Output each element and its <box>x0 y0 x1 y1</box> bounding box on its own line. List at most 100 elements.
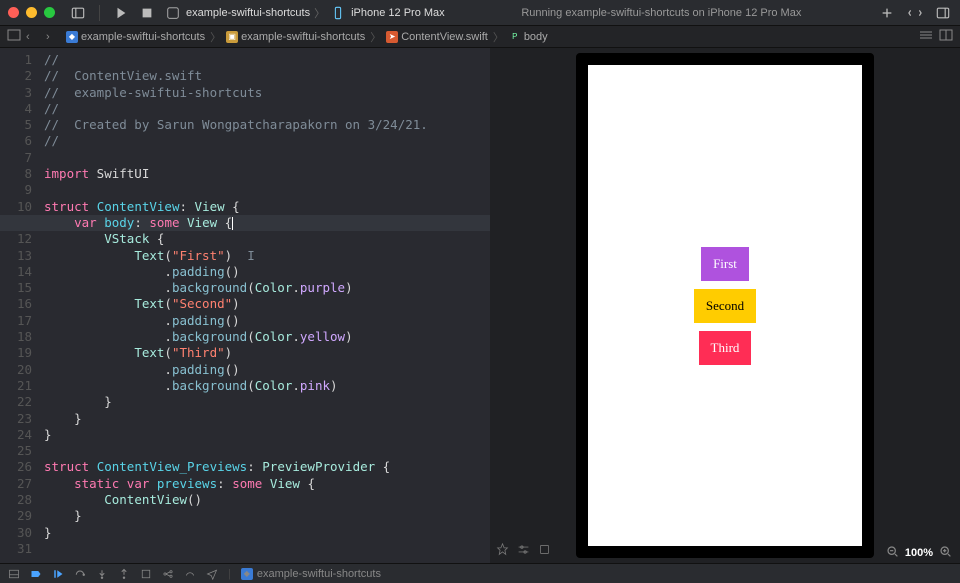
device-frame: First Second Third <box>576 53 874 558</box>
code-line[interactable]: .padding() <box>40 264 490 280</box>
activity-status: Running example-swiftui-shortcuts on iPh… <box>453 7 870 19</box>
code-line[interactable]: .padding() <box>40 362 490 378</box>
folder-icon: ▣ <box>226 31 238 43</box>
code-line[interactable]: } <box>40 394 490 410</box>
code-line[interactable]: ContentView() <box>40 492 490 508</box>
preview-text-first: First <box>701 247 749 281</box>
breakpoint-toggle-icon[interactable] <box>30 568 42 580</box>
code-line[interactable]: struct ContentView_Previews: PreviewProv… <box>40 459 490 475</box>
continue-icon[interactable] <box>52 568 64 580</box>
chevron-icon: 〉 <box>210 29 221 45</box>
breadcrumb[interactable]: ◆ example-swiftui-shortcuts 〉 ▣ example-… <box>66 29 548 45</box>
code-line[interactable] <box>40 182 490 198</box>
close-window[interactable] <box>8 7 19 18</box>
chevron-icon: 〉 <box>493 29 504 45</box>
code-line[interactable]: var body: some View { <box>0 215 490 231</box>
canvas-controls <box>496 543 551 559</box>
step-over-icon[interactable] <box>74 568 86 580</box>
live-preview-icon[interactable] <box>538 543 551 559</box>
step-into-icon[interactable] <box>96 568 108 580</box>
swift-file-icon: ➤ <box>386 31 398 43</box>
debug-view-icon[interactable] <box>140 568 152 580</box>
preview-pane: First Second Third 100% <box>490 48 960 563</box>
zoom-in-icon[interactable] <box>939 545 952 561</box>
separator: | <box>228 568 231 580</box>
step-out-icon[interactable] <box>118 568 130 580</box>
preview-text-second: Second <box>694 289 756 323</box>
environment-icon[interactable] <box>184 568 196 580</box>
library-icon[interactable] <box>934 4 952 22</box>
navigator-icon[interactable] <box>6 27 22 46</box>
location-icon[interactable] <box>206 568 218 580</box>
scheme-selector[interactable]: example-swiftui-shortcuts 〉 iPhone 12 Pr… <box>164 4 445 22</box>
code-line[interactable]: .padding() <box>40 313 490 329</box>
code-review-icon[interactable] <box>906 4 924 22</box>
zoom-window[interactable] <box>44 7 55 18</box>
code-line[interactable]: } <box>40 427 490 443</box>
code-line[interactable]: // ContentView.swift <box>40 68 490 84</box>
zoom-controls: 100% <box>886 545 952 561</box>
project-icon: ◆ <box>66 31 78 43</box>
code-line[interactable] <box>40 150 490 166</box>
code-line[interactable]: static var previews: some View { <box>40 476 490 492</box>
code-line[interactable]: // <box>40 101 490 117</box>
device-name: iPhone 12 Pro Max <box>351 7 445 19</box>
code-line[interactable]: Text("Third") <box>40 345 490 361</box>
window-controls <box>8 7 55 18</box>
minimize-window[interactable] <box>26 7 37 18</box>
code-line[interactable]: import SwiftUI <box>40 166 490 182</box>
debug-target-name: example-swiftui-shortcuts <box>257 568 381 580</box>
split-editor-icon[interactable] <box>938 27 954 46</box>
code-line[interactable]: .background(Color.purple) <box>40 280 490 296</box>
code-editor[interactable]: 1234567891011121314151617181920212223242… <box>0 48 490 563</box>
code-line[interactable]: VStack { <box>40 231 490 247</box>
chevron-icon: 〉 <box>370 29 381 45</box>
separator <box>99 5 100 21</box>
preview-settings-icon[interactable] <box>517 543 530 559</box>
run-button[interactable] <box>112 4 130 22</box>
stop-button[interactable] <box>138 4 156 22</box>
code-line[interactable]: struct ContentView: View { <box>40 199 490 215</box>
chevron-right-icon: 〉 <box>314 5 325 21</box>
preview-vstack: First Second Third <box>694 247 756 365</box>
code-line[interactable]: .background(Color.pink) <box>40 378 490 394</box>
code-line[interactable]: } <box>40 525 490 541</box>
crumb-project: example-swiftui-shortcuts <box>81 31 205 43</box>
debug-bar: | ◆ example-swiftui-shortcuts <box>0 563 960 583</box>
memory-graph-icon[interactable] <box>162 568 174 580</box>
code-line[interactable]: // <box>40 52 490 68</box>
sidebar-toggle-icon[interactable] <box>69 4 87 22</box>
code-line[interactable] <box>40 443 490 459</box>
add-editor-icon[interactable] <box>878 4 896 22</box>
scheme-name: example-swiftui-shortcuts <box>186 7 310 19</box>
property-icon: P <box>509 31 521 43</box>
preview-text-third: Third <box>699 331 752 365</box>
code-line[interactable]: Text("Second") <box>40 296 490 312</box>
hide-debug-icon[interactable] <box>8 568 20 580</box>
line-gutter: 1234567891011121314151617181920212223242… <box>0 48 40 563</box>
zoom-out-icon[interactable] <box>886 545 899 561</box>
device-icon <box>329 4 347 22</box>
code-line[interactable]: // <box>40 133 490 149</box>
main-split: 1234567891011121314151617181920212223242… <box>0 48 960 563</box>
code-line[interactable]: } <box>40 508 490 524</box>
editor-options-icon[interactable] <box>918 27 934 46</box>
code-line[interactable]: .background(Color.yellow) <box>40 329 490 345</box>
forward-button[interactable]: › <box>46 31 62 43</box>
app-icon <box>164 4 182 22</box>
code-line[interactable]: // Created by Sarun Wongpatcharapakorn o… <box>40 117 490 133</box>
code-content[interactable]: //// ContentView.swift// example-swiftui… <box>40 48 490 563</box>
back-button[interactable]: ‹ <box>26 31 42 43</box>
code-line[interactable]: Text("First") I <box>40 248 490 264</box>
crumb-group: example-swiftui-shortcuts <box>241 31 365 43</box>
titlebar: example-swiftui-shortcuts 〉 iPhone 12 Pr… <box>0 0 960 26</box>
app-icon: ◆ <box>241 568 253 580</box>
zoom-level[interactable]: 100% <box>905 547 933 559</box>
code-line[interactable]: } <box>40 411 490 427</box>
debug-target[interactable]: ◆ example-swiftui-shortcuts <box>241 568 381 580</box>
preview-canvas[interactable]: First Second Third 100% <box>490 48 960 563</box>
code-line[interactable] <box>40 541 490 557</box>
jump-bar: ‹ › ◆ example-swiftui-shortcuts 〉 ▣ exam… <box>0 26 960 48</box>
code-line[interactable]: // example-swiftui-shortcuts <box>40 85 490 101</box>
pin-preview-icon[interactable] <box>496 543 509 559</box>
